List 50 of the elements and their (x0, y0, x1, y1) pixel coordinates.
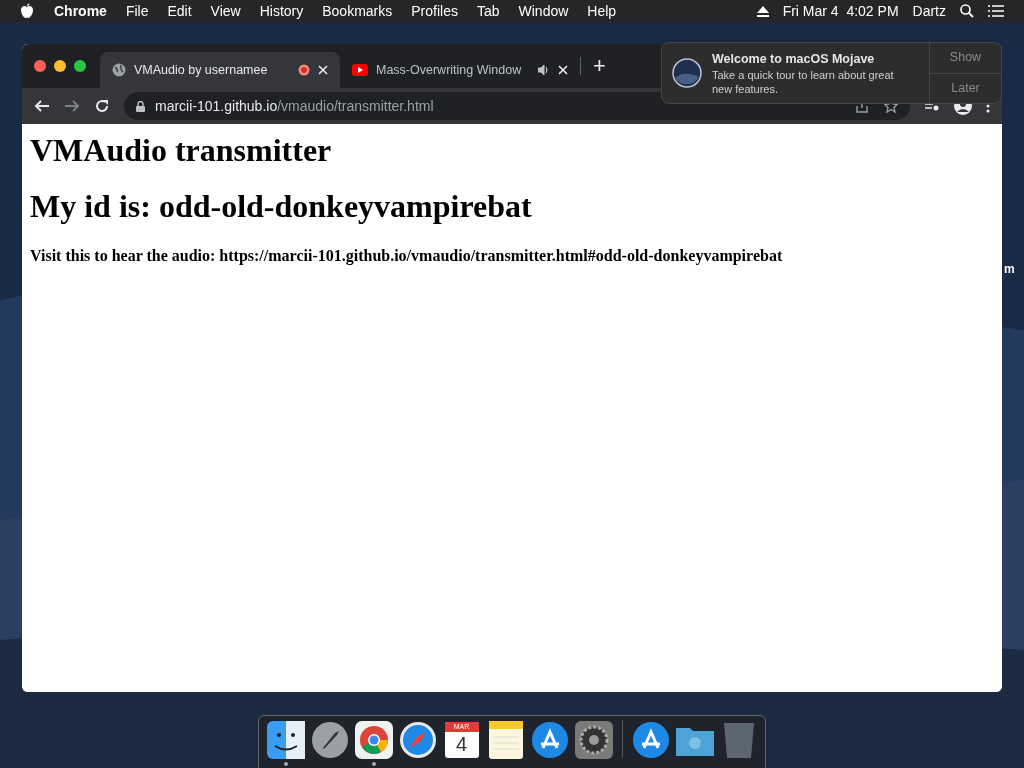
menu-item[interactable]: Tab (476, 0, 500, 22)
menu-item[interactable]: History (259, 0, 304, 22)
forward-icon[interactable] (64, 98, 80, 114)
zoom-window-button[interactable] (74, 60, 86, 72)
back-icon[interactable] (34, 98, 50, 114)
chrome-icon[interactable] (354, 721, 393, 759)
page-heading: VMAudio transmitter (30, 132, 333, 168)
page-subheading: My id is: odd-old-donkeyvampirebat (30, 188, 533, 224)
menu-item[interactable]: Edit (167, 0, 192, 22)
gear-icon[interactable] (574, 721, 613, 759)
trash-icon[interactable] (722, 721, 755, 759)
notes-icon[interactable] (488, 721, 523, 759)
tab-title: Mass-Overwriting Window (376, 61, 523, 79)
globe-icon (112, 63, 126, 77)
notification-action[interactable]: Show (930, 43, 1001, 73)
app-store-icon[interactable] (631, 721, 670, 759)
url-text: marcii-101.github.io/vmaudio/transmitter.html (155, 96, 434, 116)
apple-icon[interactable] (20, 3, 34, 19)
menu-item[interactable]: Bookmarks (322, 0, 393, 22)
search-icon[interactable] (960, 4, 974, 18)
finder-icon[interactable] (266, 721, 305, 759)
close-window-button[interactable] (34, 60, 46, 72)
minimize-window-button[interactable] (54, 60, 66, 72)
notification-title: Welcome to macOS Mojave (712, 50, 876, 68)
eject-icon[interactable] (756, 5, 769, 17)
compass-icon[interactable] (398, 721, 437, 759)
new-tab-button[interactable]: + (593, 55, 606, 77)
reload-icon[interactable] (94, 98, 110, 114)
menu-item[interactable]: Window (518, 0, 569, 22)
tab-title: VMAudio by usernamee (134, 61, 269, 79)
calendar-day: 4 (455, 732, 468, 756)
page-text: Visit this to hear the audio: https://marcii-101.github.io/vmaudio/transmitter.html#odd-old-donkeyvampirebat (30, 246, 784, 267)
menu-clock[interactable]: Fri Mar 4 4:02 PM (782, 0, 899, 22)
close-icon[interactable] (558, 65, 568, 75)
close-icon[interactable] (318, 65, 328, 75)
menu-item[interactable]: Profiles (411, 0, 458, 22)
app-store-icon[interactable] (530, 721, 569, 759)
notification-action[interactable]: Later (930, 72, 1001, 103)
list-icon[interactable] (988, 5, 1004, 17)
desktop-label: m (1004, 261, 1015, 278)
mountain-icon (672, 58, 702, 88)
menu-user[interactable]: Dartz (912, 0, 946, 22)
menu-item[interactable]: Help (587, 0, 617, 22)
play-icon (352, 64, 368, 76)
menu-app-name[interactable]: Chrome (54, 0, 107, 22)
menu-item[interactable]: File (125, 0, 149, 22)
menu-item[interactable]: View (210, 0, 241, 22)
browser-tab[interactable]: Mass-Overwriting Window (340, 52, 580, 88)
browser-tab[interactable]: VMAudio by usernamee (100, 52, 340, 88)
lock-icon (136, 100, 145, 112)
